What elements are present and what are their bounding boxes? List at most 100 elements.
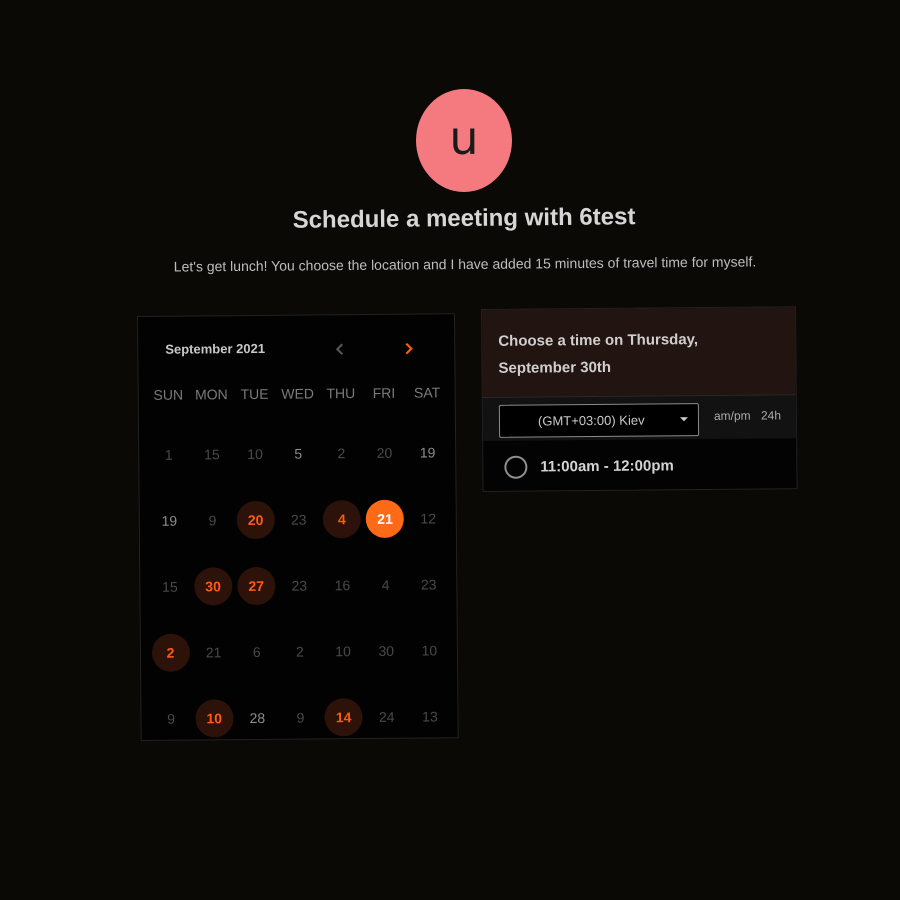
calendar-day: 19 bbox=[161, 512, 178, 529]
calendar-cell: 4 bbox=[364, 552, 408, 618]
calendar-cell: 5 bbox=[276, 420, 320, 486]
calendar-cell: 19 bbox=[406, 419, 450, 485]
timezone-value: (GMT+03:00) Kiev bbox=[537, 412, 645, 429]
weekday-label: SAT bbox=[413, 384, 441, 401]
calendar-day: 6 bbox=[252, 643, 261, 661]
weekday-label: THU bbox=[326, 385, 356, 402]
format-24h-toggle[interactable]: 24h bbox=[761, 408, 781, 422]
calendar-cell: 28 bbox=[236, 685, 280, 751]
calendar-cell: 4 bbox=[320, 486, 364, 552]
calendar-cell: 10 bbox=[321, 618, 365, 684]
radio-button[interactable] bbox=[504, 455, 528, 479]
calendar-day: 28 bbox=[249, 709, 266, 727]
calendar-day: 20 bbox=[376, 444, 393, 461]
calendar-day: 9 bbox=[208, 512, 217, 529]
calendar-cell: 21 bbox=[363, 486, 407, 552]
calendar-day-selected[interactable]: 21 bbox=[365, 499, 405, 539]
selected-date-heading: Choose a time on Thursday, September 30t… bbox=[498, 331, 699, 377]
calendar-day-available[interactable]: 27 bbox=[237, 566, 276, 606]
weekday-label: WED bbox=[281, 385, 315, 402]
calendar-day: 24 bbox=[378, 708, 395, 725]
calendar-cell: 13 bbox=[408, 683, 452, 749]
calendar-cell: 9 bbox=[149, 686, 193, 752]
calendar-day: 9 bbox=[167, 710, 176, 727]
weekday-header-row: SUN MON TUE WED THU FRI SAT bbox=[147, 384, 449, 403]
calendar-cell: 14 bbox=[322, 684, 366, 750]
calendar-cell: 21 bbox=[192, 619, 236, 685]
calendar-cell: 2 bbox=[149, 620, 193, 686]
avatar-letter: u bbox=[449, 110, 479, 165]
calendar-day: 30 bbox=[378, 642, 395, 659]
calendar-day: 1 bbox=[164, 446, 173, 463]
calendar-day-available[interactable]: 30 bbox=[193, 567, 233, 606]
calendar-cell: 23 bbox=[277, 552, 321, 618]
chevron-left-icon bbox=[335, 343, 344, 355]
time-slot-option[interactable]: 11:00am - 12:00pm bbox=[483, 438, 796, 493]
calendar-cell: 9 bbox=[279, 684, 323, 750]
calendar-cell: 10 bbox=[233, 421, 277, 487]
calendar-day: 15 bbox=[204, 446, 220, 463]
calendar-day: 10 bbox=[247, 445, 263, 463]
calendar-day: 12 bbox=[420, 510, 437, 527]
calendar-cell: 10 bbox=[192, 685, 236, 751]
calendar-day: 2 bbox=[295, 643, 304, 660]
calendar-day: 21 bbox=[205, 644, 222, 661]
weekday-label: SUN bbox=[153, 386, 184, 403]
timezone-row: (GMT+03:00) Kiev am/pm 24h bbox=[482, 394, 797, 441]
calendar-cell: 1 bbox=[147, 422, 191, 488]
time-slot-label: 11:00am - 12:00pm bbox=[540, 456, 674, 475]
calendar-cell: 20 bbox=[234, 487, 278, 553]
calendar-cell: 10 bbox=[407, 617, 451, 683]
calendar-cell: 2 bbox=[319, 420, 363, 486]
calendar-day: 10 bbox=[335, 643, 351, 660]
calendar-cell: 6 bbox=[235, 619, 279, 685]
weekday-label: FRI bbox=[372, 384, 396, 401]
calendar-day: 4 bbox=[381, 576, 390, 593]
calendar-cell: 23 bbox=[407, 551, 451, 617]
calendar-cell: 30 bbox=[191, 553, 235, 619]
calendar-cell: 9 bbox=[191, 487, 235, 553]
calendar-cell: 27 bbox=[234, 553, 278, 619]
calendar-cell: 12 bbox=[406, 485, 450, 551]
calendar-day-available[interactable]: 14 bbox=[324, 698, 363, 737]
meeting-description: Let's get lunch! You choose the location… bbox=[173, 253, 757, 275]
previous-month-button[interactable] bbox=[328, 337, 352, 361]
calendar-day: 13 bbox=[422, 708, 438, 725]
caret-down-icon bbox=[679, 417, 688, 422]
weekday-label: TUE bbox=[240, 385, 269, 403]
calendar-cell: 15 bbox=[190, 421, 234, 487]
next-month-button[interactable] bbox=[396, 337, 420, 361]
calendar-day-available[interactable]: 4 bbox=[322, 500, 362, 539]
calendar-day: 9 bbox=[296, 709, 305, 726]
calendar-cell: 19 bbox=[148, 488, 192, 554]
timezone-select[interactable]: (GMT+03:00) Kiev bbox=[498, 403, 700, 438]
chevron-right-icon bbox=[405, 342, 413, 355]
time-picker-panel: Choose a time on Thursday, September 30t… bbox=[481, 306, 798, 492]
calendar-day: 2 bbox=[337, 445, 346, 462]
calendar-cell: 16 bbox=[321, 552, 365, 618]
calendar-day-available[interactable]: 2 bbox=[151, 633, 190, 672]
calendar-day: 23 bbox=[290, 511, 307, 528]
calendar-header: September 2021 bbox=[138, 336, 454, 363]
calendar-day: 10 bbox=[421, 642, 438, 659]
calendar-day-available[interactable]: 10 bbox=[195, 699, 234, 738]
format-ampm-toggle[interactable]: am/pm bbox=[714, 409, 751, 423]
page-title: Schedule a meeting with 6test bbox=[292, 203, 636, 234]
host-avatar: u bbox=[416, 89, 512, 192]
calendar-cell: 24 bbox=[365, 684, 409, 750]
calendar-day: 23 bbox=[420, 576, 437, 593]
month-label: September 2021 bbox=[165, 340, 266, 357]
time-picker-header: Choose a time on Thursday, September 30t… bbox=[482, 307, 796, 397]
calendar-day: 19 bbox=[419, 444, 436, 461]
calendar-day: 5 bbox=[294, 445, 303, 462]
calendar-cell: 30 bbox=[364, 618, 408, 684]
calendar-cell: 20 bbox=[363, 420, 407, 486]
calendar-cell: 2 bbox=[278, 618, 322, 684]
calendar-day: 15 bbox=[162, 578, 178, 595]
date-picker-calendar: September 2021 SUN MON TUE WED THU FRI SAT 1 15… bbox=[137, 313, 459, 741]
calendar-day: 23 bbox=[291, 577, 308, 594]
calendar-day-grid: 1 15 10 5 2 20 19 19 9 20 23 4 21 12 15 30 27 23 16 4 23 2 21 6… bbox=[147, 419, 452, 752]
calendar-cell: 23 bbox=[277, 486, 321, 552]
calendar-day-available[interactable]: 20 bbox=[236, 500, 275, 540]
calendar-day: 16 bbox=[334, 577, 351, 594]
